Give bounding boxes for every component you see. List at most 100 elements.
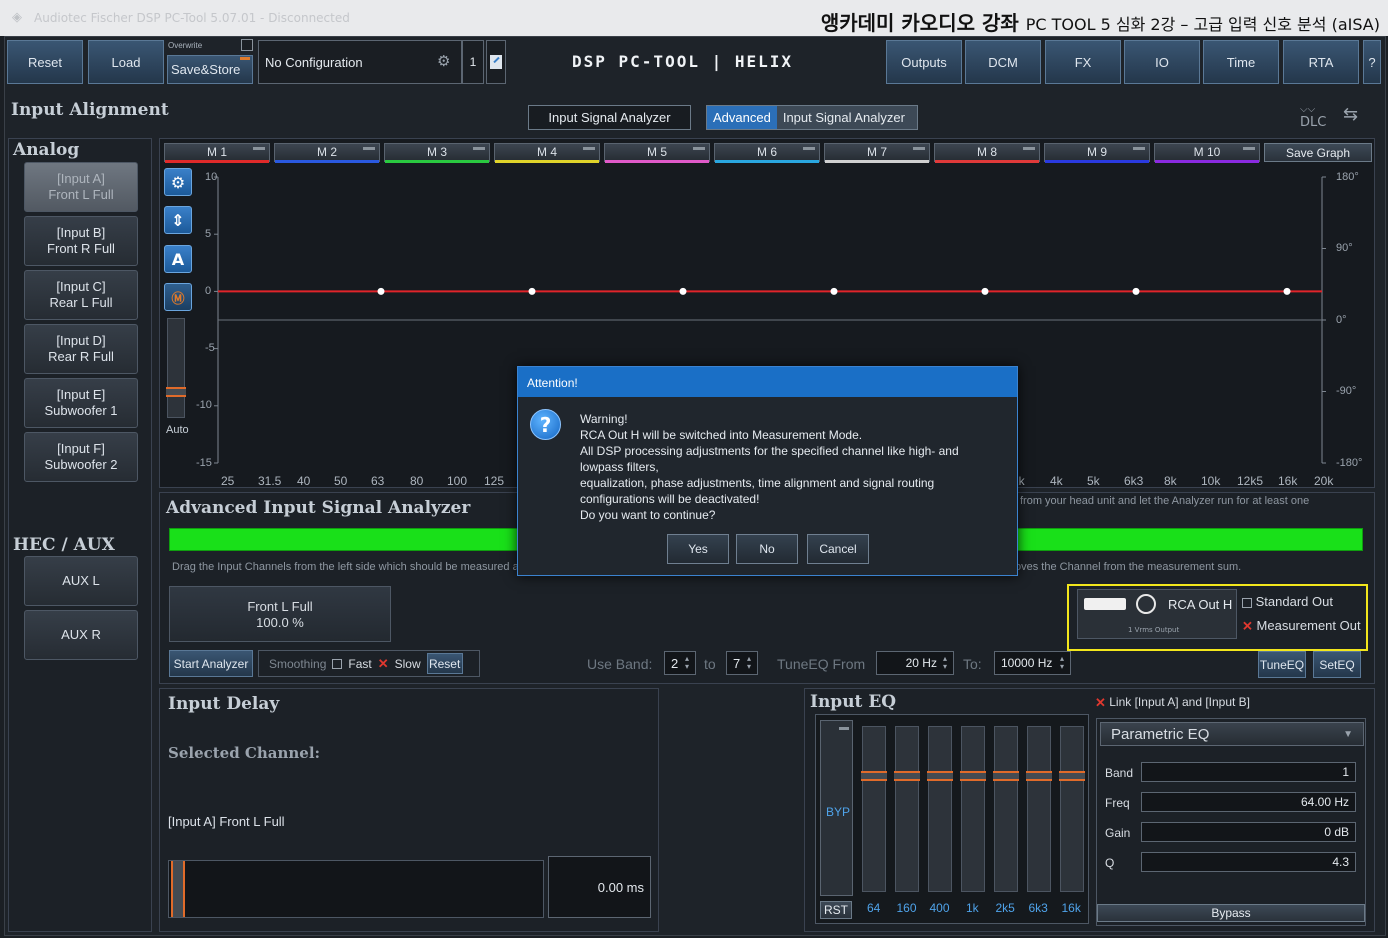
input-a-button[interactable]: [Input A] Front L Full <box>24 162 138 212</box>
eq-band-fader-knob[interactable] <box>927 771 953 781</box>
delay-value-field[interactable]: 0.00 ms <box>548 856 651 918</box>
rca-out-card[interactable]: RCA Out H 1 Vrms Output <box>1077 589 1237 639</box>
band-to-stepper[interactable]: 7 ▴ ▾ <box>726 651 758 675</box>
measurement-tab-3[interactable]: M 3 <box>384 143 490 163</box>
measurement-tab-10[interactable]: M 10 <box>1154 143 1260 163</box>
link-ab-option[interactable]: ✕ Link [Input A] and [Input B] <box>1095 695 1250 711</box>
io-button[interactable]: IO <box>1124 40 1200 84</box>
delay-slider-knob[interactable] <box>171 861 185 917</box>
eq-band-fader-knob[interactable] <box>1059 771 1085 781</box>
measurement-tab-5[interactable]: M 5 <box>604 143 710 163</box>
dlc-icon[interactable]: ⌵⌵ DLC <box>1300 104 1326 130</box>
rta-button[interactable]: RTA <box>1283 40 1359 84</box>
q-field[interactable]: 4.3 <box>1141 852 1356 872</box>
measurement-tab-2[interactable]: M 2 <box>274 143 380 163</box>
eq-bypass-button[interactable]: Bypass <box>1097 904 1365 922</box>
band-field[interactable]: 1 <box>1141 762 1356 782</box>
tuneeq-button[interactable]: TuneEQ <box>1258 651 1306 678</box>
measurement-tab-8[interactable]: M 8 <box>934 143 1040 163</box>
tuneeq-to-spin-icon[interactable]: ▴ ▾ <box>1060 655 1064 671</box>
measurement-tab-1[interactable]: M 1 <box>164 143 270 163</box>
band-from-stepper[interactable]: 2 ▴ ▾ <box>664 651 696 675</box>
tab-color-bar <box>825 160 929 163</box>
eq-band-fader[interactable] <box>993 726 1019 892</box>
eq-band-fader[interactable] <box>927 726 953 892</box>
eq-type-select[interactable]: Parametric EQ ▼ <box>1100 722 1364 746</box>
tuneeq-from-field[interactable]: 20 Hz ▴ ▾ <box>876 651 954 675</box>
settings-icon[interactable]: ⚙ <box>164 168 192 196</box>
dcm-button[interactable]: DCM <box>965 40 1041 84</box>
measurement-tab-6[interactable]: M 6 <box>714 143 820 163</box>
start-analyzer-button[interactable]: Start Analyzer <box>169 650 253 677</box>
reset-button[interactable]: Reset <box>7 40 83 84</box>
fast-checkbox[interactable] <box>332 658 343 669</box>
aux-r-button[interactable]: AUX R <box>24 610 138 660</box>
scale-slider-knob[interactable] <box>166 387 186 397</box>
standard-out-checkbox[interactable] <box>1242 597 1252 608</box>
measurement-tab-label: M 8 <box>976 145 997 159</box>
slow-checkbox[interactable]: ✕ <box>378 656 389 672</box>
overwrite-checkbox[interactable] <box>241 39 253 51</box>
vertical-arrows-icon[interactable]: ⇕ <box>164 206 192 234</box>
aisa-title: Advanced Input Signal Analyzer <box>166 498 471 518</box>
measurement-out-checkbox[interactable]: ✕ <box>1242 619 1253 634</box>
gain-field[interactable]: 0 dB <box>1141 822 1356 842</box>
eq-bypass-fader[interactable]: BYP <box>820 720 853 896</box>
eq-reset-button[interactable]: RST <box>820 901 852 919</box>
y2-tick-label: -180° <box>1336 457 1363 469</box>
input-signal-analyzer-tab[interactable]: Input Signal Analyzer <box>528 105 691 130</box>
freq-field[interactable]: 64.00 Hz <box>1141 792 1356 812</box>
measurement-tab-7[interactable]: M 7 <box>824 143 930 163</box>
cancel-button[interactable]: Cancel <box>807 534 869 564</box>
measurement-tab-9[interactable]: M 9 <box>1044 143 1150 163</box>
edit-config-button[interactable] <box>486 40 506 84</box>
y2-tick-label: -90° <box>1336 385 1357 397</box>
outputs-button[interactable]: Outputs <box>886 40 962 84</box>
standard-out-option[interactable]: Standard Out <box>1242 594 1333 609</box>
measured-channel-card[interactable]: Front L Full 100.0 % <box>169 586 391 642</box>
marker-icon[interactable]: Ⓜ <box>164 283 192 311</box>
load-button[interactable]: Load <box>88 40 164 84</box>
eq-band-fader-knob[interactable] <box>894 771 920 781</box>
seteq-button[interactable]: SetEQ <box>1313 651 1361 678</box>
input-e-button[interactable]: [Input E] Subwoofer 1 <box>24 378 138 428</box>
tuneeq-to-label: To: <box>963 656 982 672</box>
tuneeq-from-spin-icon[interactable]: ▴ ▾ <box>943 655 947 671</box>
eq-band-fader[interactable] <box>1059 726 1085 892</box>
aux-l-button[interactable]: AUX L <box>24 556 138 606</box>
measurement-out-option[interactable]: ✕ Measurement Out <box>1242 618 1361 635</box>
no-button[interactable]: No <box>736 534 798 564</box>
eq-band-fader[interactable] <box>1026 726 1052 892</box>
eq-band-fader-knob[interactable] <box>1026 771 1052 781</box>
smoothing-reset-button[interactable]: Reset <box>426 653 463 674</box>
fx-button[interactable]: FX <box>1045 40 1121 84</box>
advanced-isa-tab[interactable]: Advanced Input Signal Analyzer <box>706 105 918 130</box>
eq-band-fader-knob[interactable] <box>960 771 986 781</box>
input-f-button[interactable]: [Input F] Subwoofer 2 <box>24 432 138 482</box>
time-button[interactable]: Time <box>1203 40 1279 84</box>
eq-band-fader-knob[interactable] <box>993 771 1019 781</box>
auto-a-icon[interactable]: A <box>164 245 192 273</box>
yes-button[interactable]: Yes <box>667 534 729 564</box>
band-to-spin-icon[interactable]: ▴ ▾ <box>747 655 751 671</box>
eq-band-fader[interactable] <box>960 726 986 892</box>
input-d-button[interactable]: [Input D] Rear R Full <box>24 324 138 374</box>
band-from-spin-icon[interactable]: ▴ ▾ <box>685 655 689 671</box>
input-b-button[interactable]: [Input B] Front R Full <box>24 216 138 266</box>
measurement-tab-4[interactable]: M 4 <box>494 143 600 163</box>
wrench-icon[interactable]: ⚙ <box>437 52 450 70</box>
delay-slider[interactable] <box>168 860 544 918</box>
scale-slider[interactable] <box>166 318 186 418</box>
eq-band-fader[interactable] <box>861 726 887 892</box>
io-sliders-icon[interactable]: ⇆ <box>1343 104 1373 130</box>
save-graph-button[interactable]: Save Graph <box>1264 143 1372 162</box>
eq-band-fader[interactable] <box>894 726 920 892</box>
config-number[interactable]: 1 <box>462 40 484 84</box>
link-ab-checkbox[interactable]: ✕ <box>1095 695 1106 710</box>
input-c-button[interactable]: [Input C] Rear L Full <box>24 270 138 320</box>
eq-band-point <box>1132 287 1140 295</box>
help-button[interactable]: ? <box>1363 40 1381 84</box>
tuneeq-to-field[interactable]: 10000 Hz ▴ ▾ <box>994 651 1071 675</box>
eq-band-fader-knob[interactable] <box>861 771 887 781</box>
config-name-field[interactable]: No Configuration <box>258 40 462 84</box>
